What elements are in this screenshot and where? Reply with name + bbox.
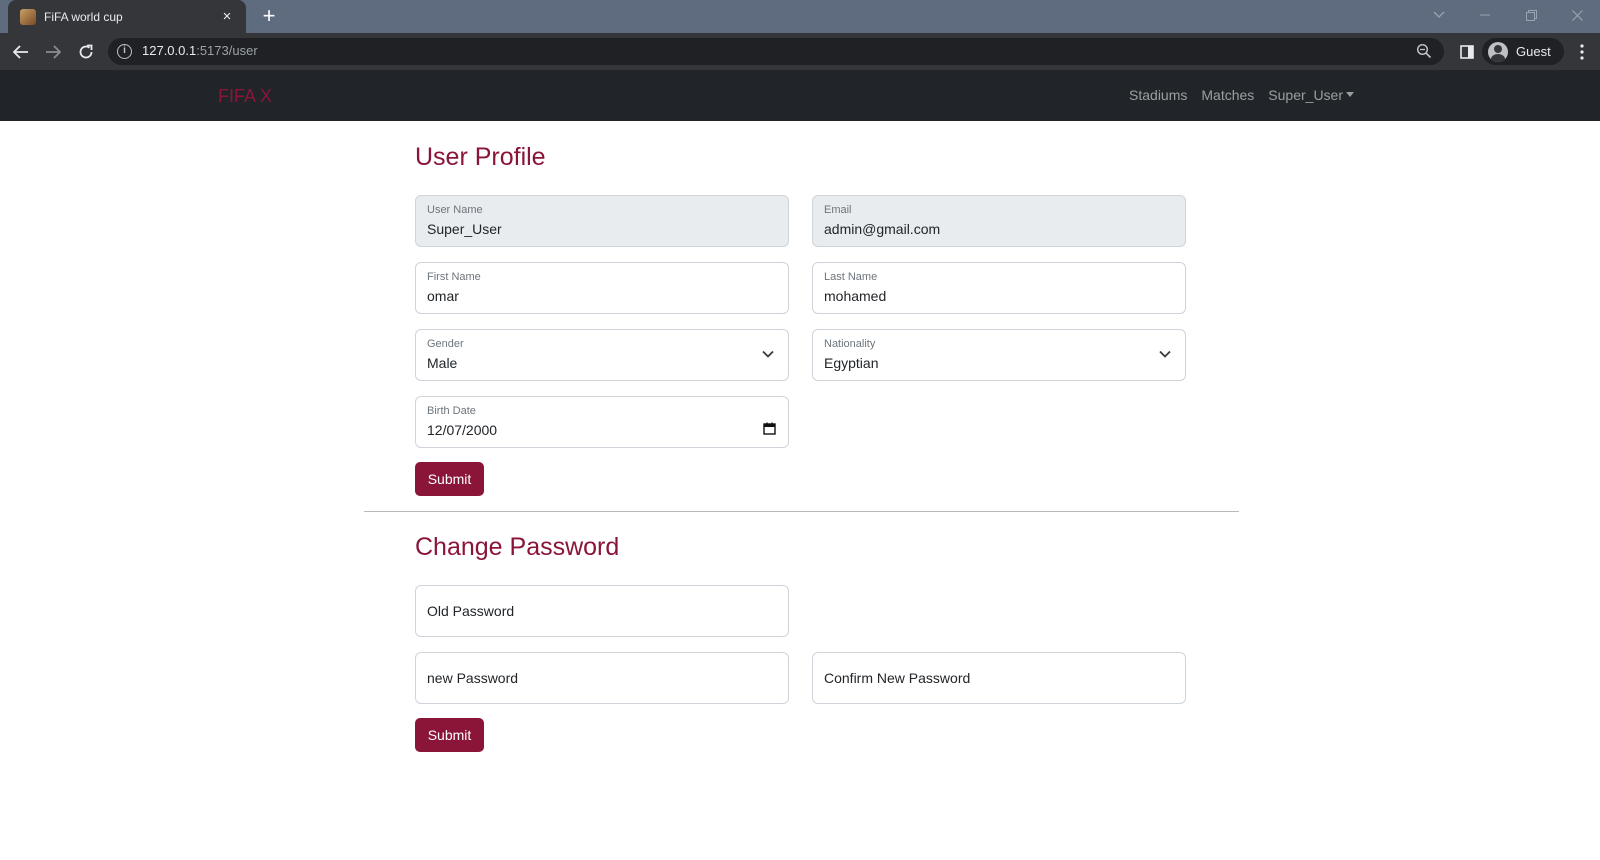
tab-favicon-icon bbox=[20, 8, 36, 25]
username-value: Super_User bbox=[427, 221, 502, 237]
nationality-value: Egyptian bbox=[824, 355, 879, 371]
browser-tab[interactable]: FiFA world cup × bbox=[8, 0, 246, 33]
new-password-input[interactable]: new Password bbox=[415, 652, 789, 704]
chevron-down-icon bbox=[1159, 350, 1171, 358]
site-info-icon[interactable]: i bbox=[117, 44, 132, 59]
url-host: 127.0.0.1 bbox=[142, 43, 197, 58]
nav-link-stadiums[interactable]: Stadiums bbox=[1129, 87, 1187, 103]
side-panel-icon bbox=[1460, 45, 1474, 59]
birth-date-input[interactable]: Birth Date 12/07/2000 bbox=[415, 396, 789, 448]
side-panel-button[interactable] bbox=[1454, 39, 1480, 65]
brand-logo[interactable]: FIFA X bbox=[218, 86, 272, 107]
gender-select[interactable]: Gender Male bbox=[415, 329, 789, 381]
confirm-password-placeholder: Confirm New Password bbox=[824, 670, 971, 686]
reload-button[interactable] bbox=[73, 39, 99, 65]
minimize-button[interactable] bbox=[1462, 0, 1508, 30]
first-name-value: omar bbox=[427, 288, 459, 304]
nav-link-matches[interactable]: Matches bbox=[1201, 87, 1254, 103]
address-bar[interactable]: i 127.0.0.1:5173/user bbox=[108, 38, 1444, 65]
profile-button[interactable]: Guest bbox=[1482, 38, 1564, 65]
confirm-password-input[interactable]: Confirm New Password bbox=[812, 652, 1186, 704]
username-label: User Name bbox=[427, 204, 483, 216]
new-password-placeholder: new Password bbox=[427, 670, 519, 686]
avatar-icon bbox=[1488, 41, 1508, 62]
first-name-label: First Name bbox=[427, 271, 481, 283]
zoom-icon[interactable] bbox=[1416, 43, 1432, 64]
profile-submit-button[interactable]: Submit bbox=[415, 462, 484, 496]
gender-label: Gender bbox=[427, 338, 464, 350]
tab-search-chevron-icon[interactable] bbox=[1416, 0, 1462, 30]
restore-button[interactable] bbox=[1508, 0, 1554, 30]
password-submit-button[interactable]: Submit bbox=[415, 718, 484, 752]
user-profile-title: User Profile bbox=[415, 143, 546, 171]
profile-name: Guest bbox=[1516, 44, 1551, 59]
user-dropdown-label: Super_User bbox=[1268, 87, 1343, 103]
nationality-label: Nationality bbox=[824, 338, 876, 350]
user-dropdown-toggle[interactable]: Super_User bbox=[1268, 87, 1354, 103]
birth-date-value: 12/07/2000 bbox=[427, 422, 498, 438]
kebab-menu-icon bbox=[1580, 44, 1584, 60]
url-text[interactable]: 127.0.0.1:5173/user bbox=[142, 43, 258, 58]
nav-links: Stadiums Matches Super_User bbox=[1129, 87, 1354, 103]
last-name-value: mohamed bbox=[824, 288, 887, 304]
email-field: Email admin@gmail.com bbox=[812, 195, 1186, 247]
old-password-input[interactable]: Old Password bbox=[415, 585, 789, 637]
forward-button[interactable] bbox=[40, 39, 66, 65]
url-path: :5173/user bbox=[196, 43, 258, 58]
close-window-button[interactable] bbox=[1554, 0, 1600, 30]
browser-menu-button[interactable] bbox=[1569, 39, 1595, 65]
username-field: User Name Super_User bbox=[415, 195, 789, 247]
browser-toolbar: i 127.0.0.1:5173/user Guest bbox=[0, 33, 1600, 70]
nationality-select[interactable]: Nationality Egyptian bbox=[812, 329, 1186, 381]
tab-title: FiFA world cup bbox=[44, 9, 123, 24]
gender-value: Male bbox=[427, 355, 458, 371]
email-label: Email bbox=[824, 204, 852, 216]
forward-arrow-icon bbox=[46, 45, 61, 59]
back-button[interactable] bbox=[8, 39, 34, 65]
new-tab-button[interactable]: + bbox=[256, 4, 282, 30]
browser-tab-strip: FiFA world cup × + bbox=[0, 0, 1600, 33]
chevron-down-icon bbox=[762, 350, 774, 358]
caret-down-icon bbox=[1346, 92, 1354, 97]
first-name-input[interactable]: First Name omar bbox=[415, 262, 789, 314]
old-password-placeholder: Old Password bbox=[427, 603, 515, 619]
last-name-label: Last Name bbox=[824, 271, 878, 283]
app-navbar: FIFA X Stadiums Matches Super_User bbox=[0, 70, 1600, 121]
last-name-input[interactable]: Last Name mohamed bbox=[812, 262, 1186, 314]
birth-date-label: Birth Date bbox=[427, 405, 476, 417]
back-arrow-icon bbox=[13, 45, 28, 59]
reload-icon bbox=[79, 44, 93, 59]
tab-close-icon[interactable]: × bbox=[218, 8, 236, 26]
change-password-title: Change Password bbox=[415, 533, 620, 561]
calendar-icon[interactable] bbox=[763, 422, 776, 435]
section-divider bbox=[364, 511, 1239, 512]
email-value: admin@gmail.com bbox=[824, 221, 941, 237]
